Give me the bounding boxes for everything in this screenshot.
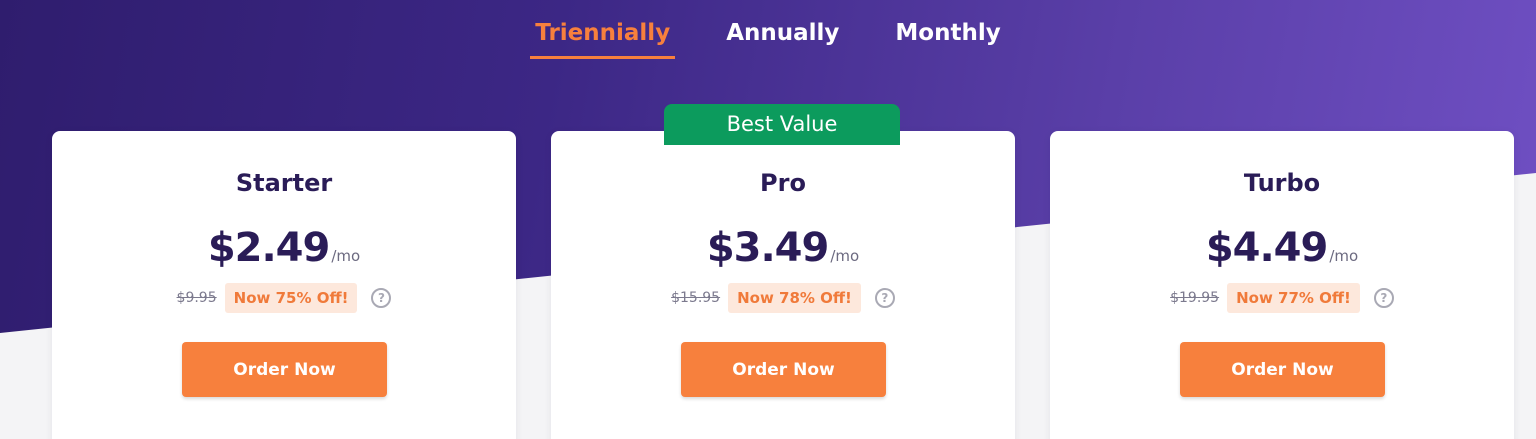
discount-row: $19.95 Now 77% Off! ? (1050, 283, 1514, 313)
price-row: $2.49 /mo (52, 225, 516, 271)
plan-price: $4.49 (1205, 225, 1329, 271)
order-now-button[interactable]: Order Now (182, 342, 387, 397)
price-row: $3.49 /mo (551, 225, 1015, 271)
plan-card-starter: Starter $2.49 /mo $9.95 Now 75% Off! ? O… (52, 131, 516, 439)
plan-price: $2.49 (207, 225, 331, 271)
original-price: $15.95 (671, 290, 721, 306)
tab-monthly[interactable]: Monthly (890, 18, 1005, 59)
plan-card-pro: Pro $3.49 /mo $15.95 Now 78% Off! ? Orde… (551, 131, 1015, 439)
order-now-button[interactable]: Order Now (681, 342, 886, 397)
discount-badge: Now 78% Off! (728, 283, 861, 313)
billing-period-tabs: Triennially Annually Monthly (0, 18, 1536, 59)
original-price: $9.95 (176, 290, 217, 306)
original-price: $19.95 (1170, 290, 1220, 306)
discount-row: $15.95 Now 78% Off! ? (551, 283, 1015, 313)
plan-price: $3.49 (706, 225, 830, 271)
price-period: /mo (830, 247, 860, 265)
question-circle-icon[interactable]: ? (371, 288, 392, 308)
discount-row: $9.95 Now 75% Off! ? (52, 283, 516, 313)
price-period: /mo (331, 247, 361, 265)
price-row: $4.49 /mo (1050, 225, 1514, 271)
order-now-button[interactable]: Order Now (1180, 342, 1385, 397)
price-period: /mo (1329, 247, 1359, 265)
tab-annually[interactable]: Annually (721, 18, 844, 59)
plan-name: Turbo (1243, 169, 1321, 197)
discount-badge: Now 77% Off! (1227, 283, 1360, 313)
plan-card-turbo: Turbo $4.49 /mo $19.95 Now 77% Off! ? Or… (1050, 131, 1514, 439)
plan-name: Pro (760, 169, 806, 197)
discount-badge: Now 75% Off! (224, 283, 358, 313)
tab-triennially[interactable]: Triennially (530, 18, 676, 59)
plan-name: Starter (235, 169, 333, 197)
question-circle-icon[interactable]: ? (1373, 288, 1394, 308)
best-value-ribbon: Best Value (664, 104, 900, 145)
question-circle-icon[interactable]: ? (874, 288, 895, 308)
